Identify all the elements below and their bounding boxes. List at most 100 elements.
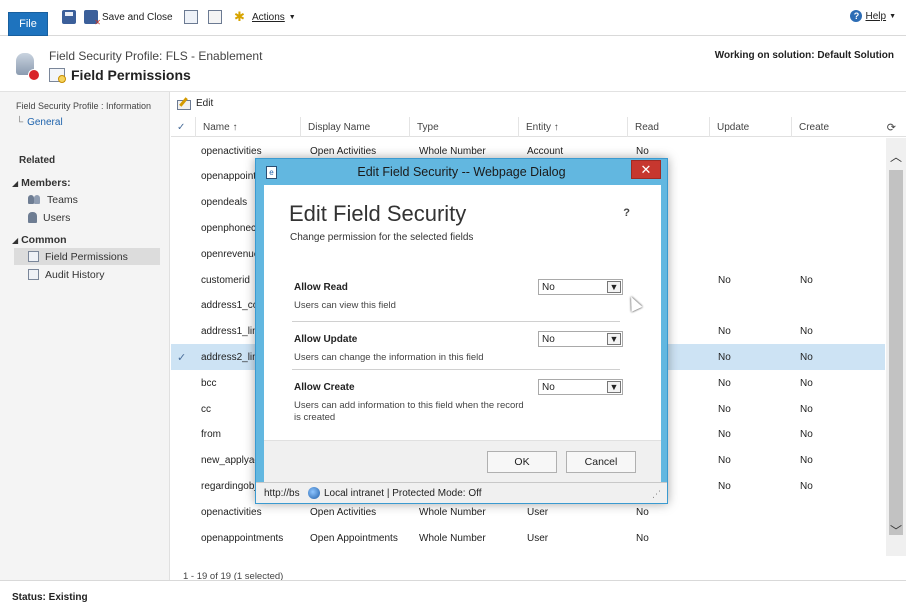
nav-item-teams[interactable]: Teams <box>14 191 160 208</box>
row-checkbox[interactable] <box>177 138 191 164</box>
column-header-display-name[interactable]: Display Name <box>300 117 409 137</box>
row-checkbox[interactable] <box>177 422 191 448</box>
cell-create: No <box>800 429 813 441</box>
row-checkbox[interactable] <box>177 448 191 474</box>
nav-info-label: Field Security Profile : Information <box>16 101 152 111</box>
cell-create <box>800 525 878 551</box>
edit-icon <box>177 97 191 110</box>
scroll-up-icon[interactable]: ︿ <box>890 148 902 165</box>
column-header-name[interactable]: Name ↑ <box>195 117 300 137</box>
print-button[interactable] <box>208 8 222 26</box>
cell-type: Whole Number <box>419 532 486 544</box>
allow-update-select[interactable]: No ▼ <box>538 331 623 347</box>
scroll-down-icon[interactable]: ﹀ <box>890 522 902 539</box>
edit-button[interactable]: Edit <box>177 97 214 110</box>
column-header-type[interactable]: Type <box>409 117 518 137</box>
nav-group-common[interactable]: ◢ Common <box>12 234 67 246</box>
allow-create-select[interactable]: No ▼ <box>538 379 623 395</box>
save-and-close-button[interactable]: Save and Close <box>84 8 173 27</box>
row-checkbox[interactable] <box>177 241 191 267</box>
field-permissions-icon <box>28 251 39 262</box>
allow-update-description: Users can change the information in this… <box>294 352 484 363</box>
cell-update <box>718 293 796 319</box>
row-checkbox[interactable]: ✓ <box>177 344 191 370</box>
nav-item-users[interactable]: Users <box>14 209 160 226</box>
globe-icon <box>308 487 320 499</box>
column-header-update[interactable]: Update <box>709 117 791 137</box>
cancel-button[interactable]: Cancel <box>566 451 636 473</box>
column-header-read[interactable]: Read <box>627 117 709 137</box>
chevron-down-icon[interactable]: ▼ <box>607 333 621 345</box>
close-icon[interactable]: ✕ <box>631 160 661 179</box>
cell-update <box>718 241 796 267</box>
solution-indicator: Working on solution: Default Solution <box>714 50 894 61</box>
cell-update <box>718 525 796 551</box>
chevron-down-icon[interactable]: ▼ <box>607 281 621 293</box>
actions-button[interactable]: ✱ Actions ▼ <box>234 8 296 26</box>
grid-scrollbar[interactable]: ︿ ﹀ <box>886 138 906 556</box>
tree-branch-icon: └ <box>16 117 24 128</box>
cell-create <box>800 241 878 267</box>
edit-label: Edit <box>196 97 214 109</box>
row-checkbox[interactable] <box>177 190 191 216</box>
scrollbar-thumb[interactable] <box>889 170 903 535</box>
field-permissions-icon <box>49 68 66 83</box>
status-bar: Status: Existing <box>0 580 906 610</box>
cell-create: No <box>800 455 813 467</box>
chevron-down-icon[interactable]: ▼ <box>607 381 621 393</box>
row-checkbox[interactable] <box>177 215 191 241</box>
help-icon: ? <box>850 10 863 22</box>
row-checkbox[interactable] <box>177 499 191 525</box>
cell-create: No <box>800 326 813 338</box>
nav-general-label: General <box>27 117 63 128</box>
row-checkbox[interactable] <box>177 319 191 345</box>
save-icon <box>62 10 76 24</box>
row-checkbox[interactable] <box>177 293 191 319</box>
column-header-create[interactable]: Create <box>791 117 885 137</box>
nav-item-users-label: Users <box>43 211 71 224</box>
refresh-icon[interactable]: ⟳ <box>887 121 896 134</box>
actions-icon: ✱ <box>234 9 245 24</box>
table-row[interactable]: openappointments Open Appointments Whole N… <box>171 525 885 551</box>
nav-item-field-permissions[interactable]: Field Permissions <box>14 248 160 265</box>
column-header-entity[interactable]: Entity ↑ <box>518 117 627 137</box>
cell-update: No <box>718 377 731 389</box>
cell-update: No <box>718 455 731 467</box>
cell-update <box>718 215 796 241</box>
save-close-icon <box>84 10 101 27</box>
allow-read-select[interactable]: No ▼ <box>538 279 623 295</box>
nav-item-audit-history[interactable]: Audit History <box>14 266 160 283</box>
cell-create: No <box>800 351 813 363</box>
row-checkbox[interactable] <box>177 473 191 499</box>
row-checkbox[interactable] <box>177 525 191 551</box>
dialog-status-bar: http://bs Local intranet | Protected Mod… <box>256 482 667 503</box>
row-checkbox[interactable] <box>177 267 191 293</box>
resize-grip-icon[interactable]: ⋰ <box>652 489 661 500</box>
row-checkbox[interactable] <box>177 396 191 422</box>
status-text: Status: Existing <box>12 592 88 603</box>
file-button[interactable]: File <box>8 12 48 36</box>
cell-update: No <box>718 480 731 492</box>
copy-link-button[interactable] <box>184 8 198 26</box>
cell-name[interactable]: openappointments <box>201 525 299 551</box>
dialog-window-title: Edit Field Security -- Webpage Dialog <box>357 165 566 179</box>
dialog-url: http://bs <box>264 487 300 499</box>
cell-create <box>800 215 878 241</box>
nav-item-general[interactable]: └ General <box>16 117 63 128</box>
row-checkbox[interactable] <box>177 370 191 396</box>
nav-group-members-label: Members: <box>21 177 71 189</box>
check-icon: ✓ <box>177 121 186 133</box>
help-button[interactable]: ? Help ▼ <box>850 10 896 22</box>
allow-read-description: Users can view this field <box>294 300 396 311</box>
row-checkbox[interactable] <box>177 164 191 190</box>
nav-group-members[interactable]: ◢ Members: <box>12 177 71 189</box>
save-button[interactable] <box>62 8 76 26</box>
dialog-content: Edit Field Security ? Change permission … <box>264 185 661 482</box>
ok-button[interactable]: OK <box>487 451 557 473</box>
help-icon[interactable]: ? <box>623 207 630 219</box>
dialog-titlebar[interactable]: e Edit Field Security -- Webpage Dialog … <box>256 159 667 185</box>
nav-related-label: Related <box>19 155 56 166</box>
cell-update <box>718 164 796 190</box>
dialog-heading: Edit Field Security <box>289 201 467 226</box>
select-all-checkbox[interactable]: ✓ <box>171 117 195 137</box>
